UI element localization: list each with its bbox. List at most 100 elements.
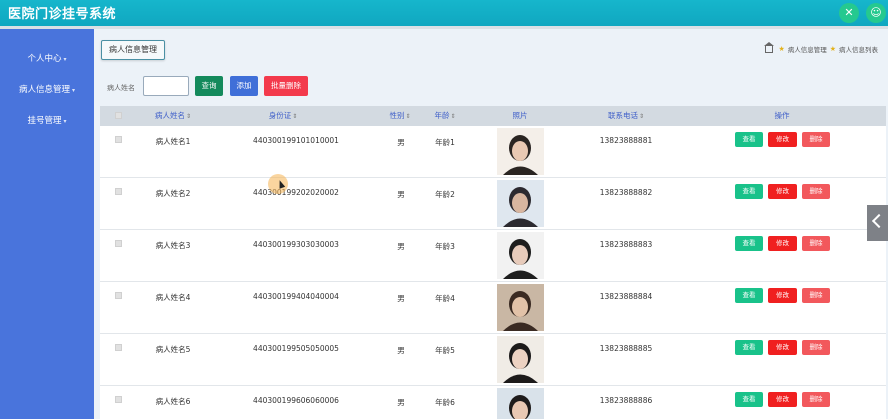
user-icon[interactable]: ☺ [866, 3, 886, 23]
header-photo: 照片 [512, 111, 528, 120]
sidebar-item-label: 病人信息管理 [18, 85, 70, 95]
cell-gender: 男 [397, 398, 405, 407]
table-row: 病人姓名5 440300199505050005 男 年龄5 138238888… [100, 334, 886, 386]
view-button[interactable]: 查看 [735, 236, 763, 251]
sort-icon: ⇕ [638, 113, 645, 120]
cell-age: 年龄1 [435, 138, 455, 147]
cell-age: 年龄5 [435, 346, 455, 355]
patient-photo [497, 128, 544, 175]
cell-name: 病人姓名3 [155, 241, 191, 250]
delete-button[interactable]: 删除 [802, 340, 830, 355]
cell-name: 病人姓名6 [155, 397, 191, 406]
patient-photo [497, 232, 544, 279]
sidebar-item-registration[interactable]: 挂号管理 ▾ [0, 111, 94, 131]
main-content: 病人信息管理 ★ 病人信息管理 ★ 病人信息列表 病人姓名 查询 添加 批量删除… [94, 29, 888, 419]
cell-age: 年龄4 [435, 294, 455, 303]
cell-name: 病人姓名1 [155, 137, 191, 146]
row-checkbox[interactable] [115, 136, 122, 143]
delete-button[interactable]: 删除 [802, 236, 830, 251]
view-button[interactable]: 查看 [735, 392, 763, 407]
cell-id: 440300199101010001 [253, 136, 339, 145]
table-row: 病人姓名2 440300199202020002 男 年龄2 138238888… [100, 178, 886, 230]
cell-name: 病人姓名5 [155, 345, 191, 354]
patient-photo [497, 284, 544, 331]
table-row: 病人姓名1 440300199101010001 男 年龄1 138238888… [100, 126, 886, 178]
bulk-delete-button[interactable]: 批量删除 [264, 76, 308, 96]
patient-table: 病人姓名⇕ 身份证⇕ 性别⇕ 年龄⇕ 照片 联系电话⇕ 操作 病人姓名1 440… [100, 106, 886, 419]
add-button[interactable]: 添加 [230, 76, 258, 96]
cell-phone: 13823888882 [599, 188, 653, 197]
patient-name-input[interactable] [143, 76, 189, 96]
sidebar-item-patients[interactable]: 病人信息管理 ▾ [0, 80, 94, 100]
cell-id: 440300199606060006 [253, 396, 339, 405]
breadcrumb-item[interactable]: 病人信息管理 [788, 44, 827, 54]
home-icon[interactable] [764, 41, 775, 53]
table-row: 病人姓名3 440300199303030003 男 年龄3 138238888… [100, 230, 886, 282]
cell-age: 年龄2 [435, 190, 455, 199]
delete-button[interactable]: 删除 [802, 288, 830, 303]
table-row: 病人姓名6 440300199606060006 男 年龄6 138238888… [100, 386, 886, 419]
view-button[interactable]: 查看 [735, 184, 763, 199]
cell-id: 440300199505050005 [253, 344, 339, 353]
cell-name: 病人姓名2 [155, 189, 191, 198]
cell-age: 年龄6 [435, 398, 455, 407]
delete-button[interactable]: 删除 [802, 392, 830, 407]
select-all-checkbox[interactable] [115, 112, 122, 119]
patient-photo [497, 388, 544, 419]
chevron-left-icon [871, 213, 887, 229]
sort-icon: ⇕ [292, 113, 298, 120]
cell-id: 440300199303030003 [253, 240, 339, 249]
delete-button[interactable]: 删除 [802, 184, 830, 199]
top-bar: 医院门诊挂号系统 ✕ ☺ [0, 0, 888, 26]
header-name[interactable]: 病人姓名⇕ [155, 106, 191, 126]
sort-icon: ⇕ [185, 113, 192, 120]
sidebar: 个人中心 ▾ 病人信息管理 ▾ 挂号管理 ▾ [0, 29, 94, 419]
cell-phone: 13823888885 [599, 344, 653, 353]
patient-photo [497, 180, 544, 227]
header-gender[interactable]: 性别⇕ [389, 106, 410, 126]
sidebar-item-profile[interactable]: 个人中心 ▾ [0, 49, 94, 69]
sidebar-item-label: 个人中心 [27, 54, 62, 64]
row-checkbox[interactable] [115, 344, 122, 351]
cell-gender: 男 [397, 138, 405, 147]
patient-photo [497, 336, 544, 383]
view-button[interactable]: 查看 [735, 340, 763, 355]
edit-button[interactable]: 修改 [768, 392, 797, 407]
cell-gender: 男 [397, 242, 405, 251]
header-phone[interactable]: 联系电话⇕ [608, 106, 644, 126]
view-button[interactable]: 查看 [735, 288, 763, 303]
table-header: 病人姓名⇕ 身份证⇕ 性别⇕ 年龄⇕ 照片 联系电话⇕ 操作 [100, 106, 886, 126]
collapse-side-button[interactable] [867, 205, 888, 241]
star-icon: ★ [778, 45, 785, 53]
search-label: 病人姓名 [107, 84, 135, 92]
edit-button[interactable]: 修改 [768, 132, 797, 147]
breadcrumb-item: 病人信息列表 [839, 46, 878, 54]
query-button[interactable]: 查询 [195, 76, 223, 96]
cell-phone: 13823888884 [599, 292, 653, 301]
row-checkbox[interactable] [115, 396, 122, 403]
row-checkbox[interactable] [115, 188, 122, 195]
header-id[interactable]: 身份证⇕ [269, 106, 298, 126]
cell-name: 病人姓名4 [155, 293, 191, 302]
sort-icon: ⇕ [450, 113, 456, 120]
star-icon: ★ [829, 45, 836, 53]
cell-id: 440300199202020002 [253, 188, 339, 197]
tab-patient-management[interactable]: 病人信息管理 [101, 40, 165, 60]
sort-icon: ⇕ [405, 113, 411, 120]
edit-button[interactable]: 修改 [768, 340, 797, 355]
sidebar-item-label: 挂号管理 [27, 116, 62, 126]
delete-button[interactable]: 删除 [802, 132, 830, 147]
header-age[interactable]: 年龄⇕ [434, 106, 455, 126]
expand-icon[interactable]: ✕ [839, 3, 859, 23]
edit-button[interactable]: 修改 [768, 236, 797, 251]
view-button[interactable]: 查看 [735, 132, 763, 147]
edit-button[interactable]: 修改 [768, 184, 797, 199]
cell-id: 440300199404040004 [253, 292, 339, 301]
edit-button[interactable]: 修改 [768, 288, 797, 303]
app-title: 医院门诊挂号系统 [8, 7, 117, 22]
row-checkbox[interactable] [115, 292, 122, 299]
chevron-down-icon: ▾ [63, 56, 67, 63]
row-checkbox[interactable] [115, 240, 122, 247]
table-row: 病人姓名4 440300199404040004 男 年龄4 138238888… [100, 282, 886, 334]
header-action: 操作 [774, 111, 790, 120]
